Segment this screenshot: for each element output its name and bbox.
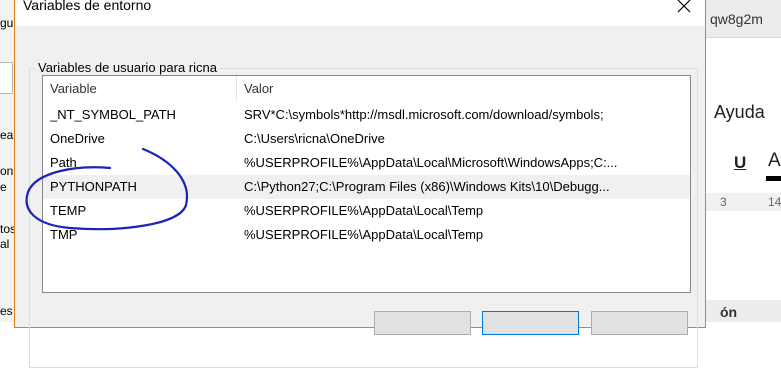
variable-name: Path bbox=[50, 155, 77, 170]
font-color-swatch bbox=[766, 176, 781, 181]
background-text-fragment: es bbox=[0, 304, 13, 318]
dialog-titlebar[interactable]: Variables de entorno bbox=[15, 0, 705, 26]
table-row[interactable]: _NT_SYMBOL_PATH SRV*C:\symbols*http://ms… bbox=[43, 103, 690, 127]
edit-button[interactable] bbox=[482, 311, 579, 335]
ruler: 3 14 bbox=[706, 193, 781, 211]
background-app-left: gu ea on e tos al es bbox=[0, 0, 14, 322]
background-browser-tab[interactable]: qw8g2m bbox=[706, 0, 781, 38]
menu-ayuda[interactable]: Ayuda bbox=[714, 102, 765, 123]
ruler-number: 14 bbox=[768, 195, 781, 209]
environment-variables-dialog: Variables de entorno Variables de usuari… bbox=[14, 0, 706, 368]
delete-button[interactable] bbox=[591, 311, 688, 335]
variable-name: OneDrive bbox=[50, 131, 105, 146]
underline-button[interactable]: U bbox=[734, 153, 746, 173]
close-button[interactable] bbox=[665, 0, 705, 21]
background-text-fragment: al bbox=[0, 237, 10, 251]
variable-value: %USERPROFILE%\AppData\Local\Microsoft\Wi… bbox=[244, 155, 618, 170]
background-text-fragment: ea bbox=[0, 128, 14, 142]
list-header: Variable Valor bbox=[43, 76, 690, 102]
dialog-title: Variables de entorno bbox=[23, 0, 152, 13]
variable-name: _NT_SYMBOL_PATH bbox=[50, 107, 176, 122]
variable-name: TEMP bbox=[50, 203, 87, 218]
variable-name: PYTHONPATH bbox=[50, 179, 137, 194]
background-input-fragment bbox=[0, 62, 13, 94]
user-variables-list[interactable]: Variable Valor _NT_SYMBOL_PATH SRV*C:\sy… bbox=[42, 75, 691, 293]
variable-value: C:\Users\ricna\OneDrive bbox=[244, 131, 385, 146]
variable-value: C:\Python27;C:\Program Files (x86)\Windo… bbox=[244, 179, 610, 194]
column-header-value[interactable]: Valor bbox=[237, 76, 690, 101]
background-text-fragment: gu bbox=[0, 16, 14, 30]
variable-value: %USERPROFILE%\AppData\Local\Temp bbox=[244, 203, 484, 218]
table-row[interactable]: TMP %USERPROFILE%\AppData\Local\Temp bbox=[43, 223, 690, 247]
new-button[interactable] bbox=[374, 311, 471, 335]
close-icon bbox=[677, 0, 691, 13]
background-tab-text: qw8g2m bbox=[710, 11, 763, 27]
background-bottom-text: ón bbox=[720, 304, 738, 320]
font-color-button[interactable]: A bbox=[768, 150, 781, 172]
variable-value: SRV*C:\symbols*http://msdl.microsoft.com… bbox=[244, 107, 604, 122]
variable-name: TMP bbox=[50, 227, 78, 242]
background-bottom-bar: ón bbox=[706, 300, 781, 322]
table-row[interactable]: Path %USERPROFILE%\AppData\Local\Microso… bbox=[43, 151, 690, 175]
background-app-right: qw8g2m Ayuda U A 3 14 ón bbox=[706, 0, 781, 322]
background-text-fragment: e bbox=[0, 180, 7, 194]
background-text-fragment: tos bbox=[0, 222, 14, 236]
variable-value: %USERPROFILE%\AppData\Local\Temp bbox=[244, 227, 484, 242]
column-header-variable[interactable]: Variable bbox=[43, 76, 237, 101]
ruler-number: 3 bbox=[720, 195, 727, 209]
background-text-fragment: on bbox=[0, 164, 14, 178]
table-row-selected[interactable]: PYTHONPATH C:\Python27;C:\Program Files … bbox=[43, 175, 690, 199]
user-variables-group-label: Variables de usuario para ricna bbox=[35, 60, 220, 75]
table-row[interactable]: OneDrive C:\Users\ricna\OneDrive bbox=[43, 127, 690, 151]
table-row[interactable]: TEMP %USERPROFILE%\AppData\Local\Temp bbox=[43, 199, 690, 223]
